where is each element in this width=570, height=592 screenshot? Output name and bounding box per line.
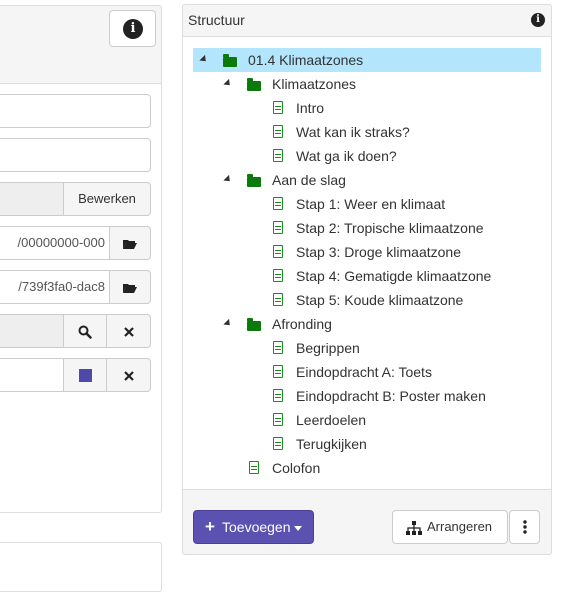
page-icon [273,365,283,378]
sitemap-icon [406,521,422,535]
tree-item[interactable]: Eindopdracht B: Poster maken [193,384,541,408]
page-icon [273,101,283,114]
close-icon [123,326,134,337]
tree-item[interactable]: Stap 1: Weer en klimaat [193,192,541,216]
text-field-2[interactable] [0,138,151,172]
search-button[interactable] [63,314,107,348]
page-icon [273,413,283,426]
page-icon [273,197,283,210]
info-icon[interactable]: i [531,13,545,27]
clear-button-1[interactable] [106,314,151,348]
folder-icon [223,54,237,67]
tree-item-label: Begrippen [296,340,360,356]
tree-item[interactable]: Eindopdracht A: Toets [193,360,541,384]
page-icon [273,389,283,402]
tree-item[interactable]: Aan de slag [193,168,541,192]
arrange-button-label: Arrangeren [427,519,493,534]
tree-item-label: Wat ga ik doen? [296,148,397,164]
tree-item-label: Stap 4: Gematigde klimaatzone [296,268,492,284]
collapse-toggle-icon[interactable] [223,78,233,89]
tree-item[interactable]: Terugkijken [193,432,541,456]
path-field-1-value: /00000000-000 [17,235,105,250]
tree-item-label: Stap 1: Weer en klimaat [296,196,446,212]
tree-item[interactable]: Stap 2: Tropische klimaatzone [193,216,541,240]
folder-open-icon [123,239,137,249]
folder-open-icon [123,283,137,293]
tree-item[interactable]: Wat ga ik doen? [193,144,541,168]
info-icon: i [123,19,143,39]
tree-item[interactable]: 01.4 Klimaatzones [193,48,541,72]
tree-item-label: 01.4 Klimaatzones [248,52,364,68]
tree-item[interactable]: Klimaatzones [193,72,541,96]
secondary-panel [0,542,162,592]
structure-title: Structuur [188,12,245,28]
page-icon [249,461,259,474]
page-icon [273,245,283,258]
path-field-2[interactable]: /739f3fa0-dac8 [0,270,110,304]
page-icon [273,269,283,282]
tree-item-label: Eindopdracht B: Poster maken [296,388,486,404]
color-field[interactable] [0,358,64,392]
tree-item[interactable]: Wat kan ik straks? [193,120,541,144]
text-field-1[interactable] [0,94,151,128]
tree-item-label: Klimaatzones [272,76,357,92]
page-icon [273,221,283,234]
edit-button[interactable]: Bewerken [63,182,151,216]
tree-item-label: Wat kan ik straks? [296,124,410,140]
page-icon [273,437,283,450]
collapse-toggle-icon[interactable] [223,174,233,185]
more-options-button[interactable] [509,510,540,544]
tree-item-label: Leerdoelen [296,412,367,428]
arrange-button[interactable]: Arrangeren [392,510,508,544]
tree-item[interactable]: Stap 3: Droge klimaatzone [193,240,541,264]
folder-open-button-1[interactable] [109,226,151,260]
tree-item[interactable]: Stap 4: Gematigde klimaatzone [193,264,541,288]
tree-item-label: Intro [296,100,325,116]
ellipsis-vertical-icon [523,520,527,534]
tree-item-label: Terugkijken [296,436,367,452]
clear-button-2[interactable] [106,358,151,392]
collapse-toggle-icon[interactable] [223,318,233,329]
path-field-2-value: /739f3fa0-dac8 [18,279,105,294]
add-button[interactable]: + Toevoegen [193,510,314,544]
tree-item[interactable]: Afronding [193,312,541,336]
page-icon [273,125,283,138]
tree-item-label: Stap 2: Tropische klimaatzone [296,220,484,236]
folder-icon [247,318,261,331]
search-field[interactable] [0,314,64,348]
color-picker-button[interactable] [63,358,107,392]
tree-item-label: Aan de slag [272,172,346,188]
page-icon [273,149,283,162]
add-button-label: Toevoegen [222,519,291,535]
close-icon [123,370,134,381]
tree-item-label: Colofon [272,460,321,476]
tree-item[interactable]: Intro [193,96,541,120]
tree-item-label: Eindopdracht A: Toets [296,364,432,380]
path-field-1[interactable]: /00000000-000 [0,226,110,260]
tree-item[interactable]: Colofon [193,456,541,480]
folder-open-button-2[interactable] [109,270,151,304]
page-icon [273,341,283,354]
page-icon [273,293,283,306]
search-icon [78,325,92,339]
info-button[interactable]: i [109,10,156,47]
tree-item[interactable]: Stap 5: Koude klimaatzone [193,288,541,312]
caret-down-icon [294,526,302,531]
collapse-toggle-icon[interactable] [199,54,209,65]
plus-icon: + [205,517,215,536]
tree-item[interactable]: Leerdoelen [193,408,541,432]
folder-icon [247,78,261,91]
tree-item[interactable]: Begrippen [193,336,541,360]
tree-item-label: Stap 3: Droge klimaatzone [296,244,461,260]
folder-icon [247,174,261,187]
color-swatch [78,369,92,383]
tree-item-label: Stap 5: Koude klimaatzone [296,292,464,308]
tree-item-label: Afronding [272,316,332,332]
readonly-field [0,182,64,216]
